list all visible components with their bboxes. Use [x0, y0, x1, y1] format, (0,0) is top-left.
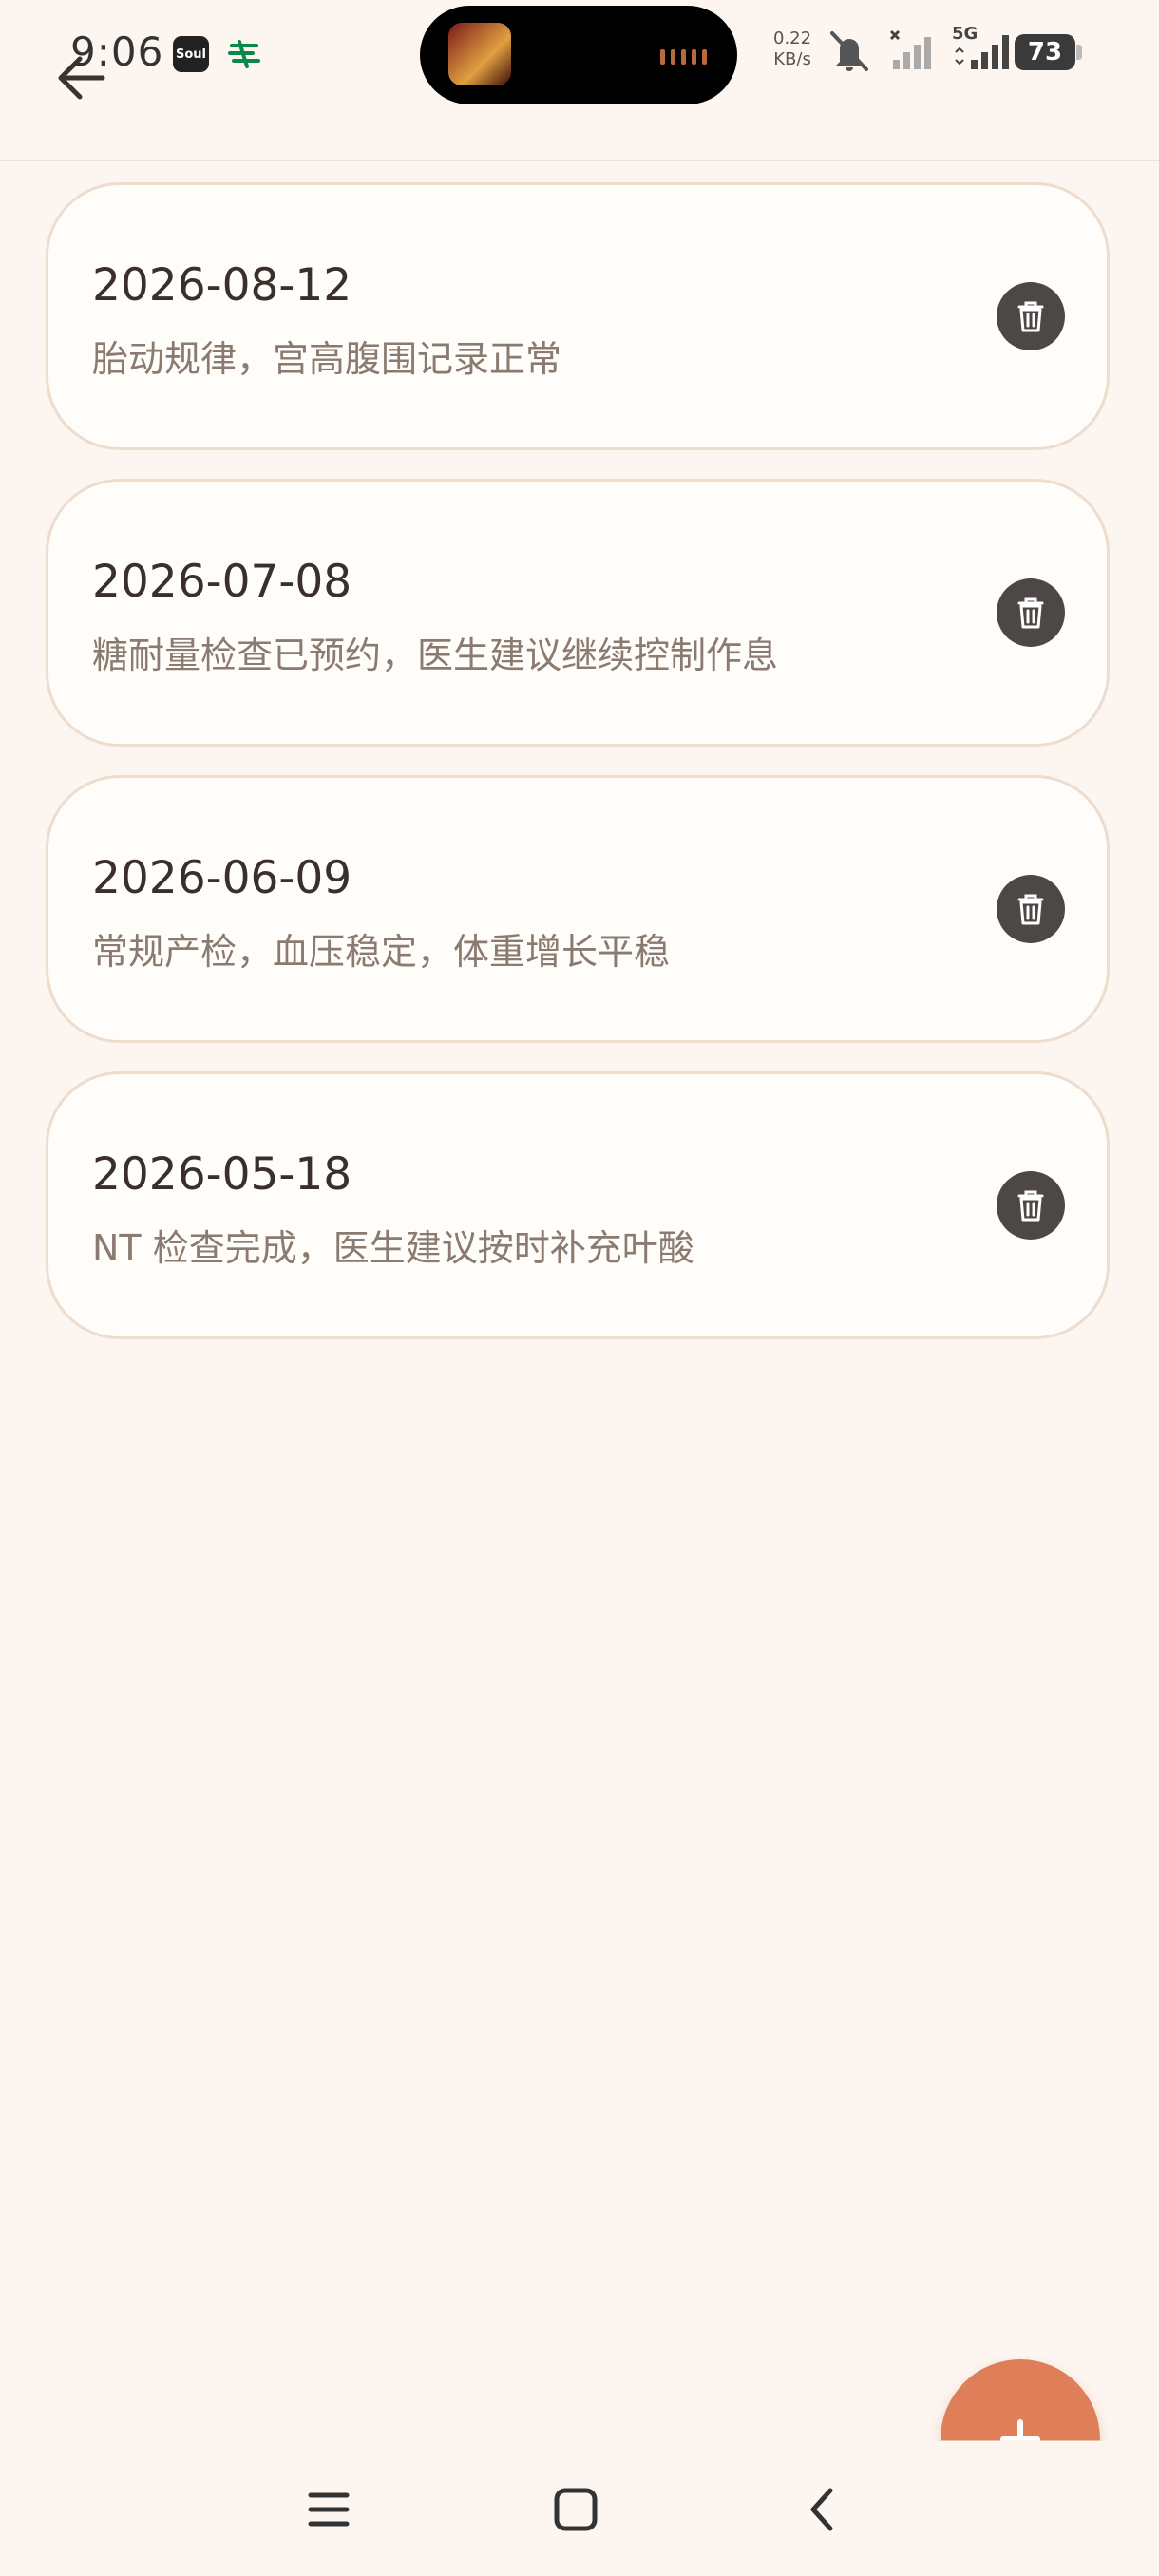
- status-bar: 9:06 Soul 0.22 KB/s 5G 73: [0, 0, 1159, 109]
- system-navigation-bar: [0, 2441, 1159, 2576]
- soul-app-icon: Soul: [173, 36, 209, 72]
- dynamic-island[interactable]: [420, 6, 737, 104]
- network-speed-unit: KB/s: [773, 49, 811, 69]
- signal-sim2-icon: 5G: [952, 24, 1015, 73]
- trash-icon: [1017, 301, 1044, 332]
- record-card[interactable]: 2026-07-08 糖耐量检查已预约，医生建议继续控制作息: [46, 479, 1110, 747]
- record-note: 胎动规律，宫高腹围记录正常: [92, 338, 562, 380]
- record-note: NT 检查完成，医生建议按时补充叶酸: [92, 1227, 694, 1269]
- delete-record-button[interactable]: [997, 1171, 1065, 1240]
- status-icons: 5G: [826, 24, 1015, 76]
- record-note: 常规产检，血压稳定，体重增长平稳: [92, 931, 671, 973]
- record-card[interactable]: 2026-06-09 常规产检，血压稳定，体重增长平稳: [46, 775, 1110, 1043]
- record-card[interactable]: 2026-05-18 NT 检查完成，医生建议按时补充叶酸: [46, 1071, 1110, 1339]
- record-note: 糖耐量检查已预约，医生建议继续控制作息: [92, 635, 779, 676]
- nav-back-button[interactable]: [785, 2472, 861, 2548]
- audio-visualizer-icon: [660, 49, 707, 65]
- nav-menu-button[interactable]: [291, 2472, 367, 2548]
- status-time: 9:06: [70, 28, 164, 75]
- record-date: 2026-07-08: [92, 556, 352, 608]
- network-speed: 0.22 KB/s: [773, 28, 811, 70]
- chevron-left-icon: [810, 2488, 833, 2531]
- home-icon: [554, 2488, 598, 2531]
- delete-record-button[interactable]: [997, 282, 1065, 350]
- mute-icon: [830, 31, 868, 71]
- nav-home-button[interactable]: [538, 2472, 614, 2548]
- record-date: 2026-05-18: [92, 1148, 352, 1201]
- screen: 9:06 Soul 0.22 KB/s 5G 73 2026-08-12 胎动规…: [0, 0, 1159, 2576]
- media-cover-art: [448, 23, 511, 85]
- network-speed-value: 0.22: [773, 28, 812, 48]
- signal-sim1-icon: [889, 29, 931, 69]
- battery-tip: [1076, 45, 1082, 60]
- checkup-record-list: 2026-08-12 胎动规律，宫高腹围记录正常 2026-07-08 糖耐量检…: [46, 182, 1113, 1368]
- menu-icon: [308, 2492, 350, 2527]
- china-post-icon: [226, 36, 262, 72]
- record-date: 2026-06-09: [92, 852, 352, 904]
- trash-icon: [1017, 894, 1044, 925]
- trash-icon: [1017, 597, 1044, 629]
- trash-icon: [1017, 1190, 1044, 1222]
- record-date: 2026-08-12: [92, 259, 352, 312]
- battery-indicator: 73: [1015, 34, 1075, 70]
- record-card[interactable]: 2026-08-12 胎动规律，宫高腹围记录正常: [46, 182, 1110, 450]
- delete-record-button[interactable]: [997, 875, 1065, 943]
- delete-record-button[interactable]: [997, 578, 1065, 647]
